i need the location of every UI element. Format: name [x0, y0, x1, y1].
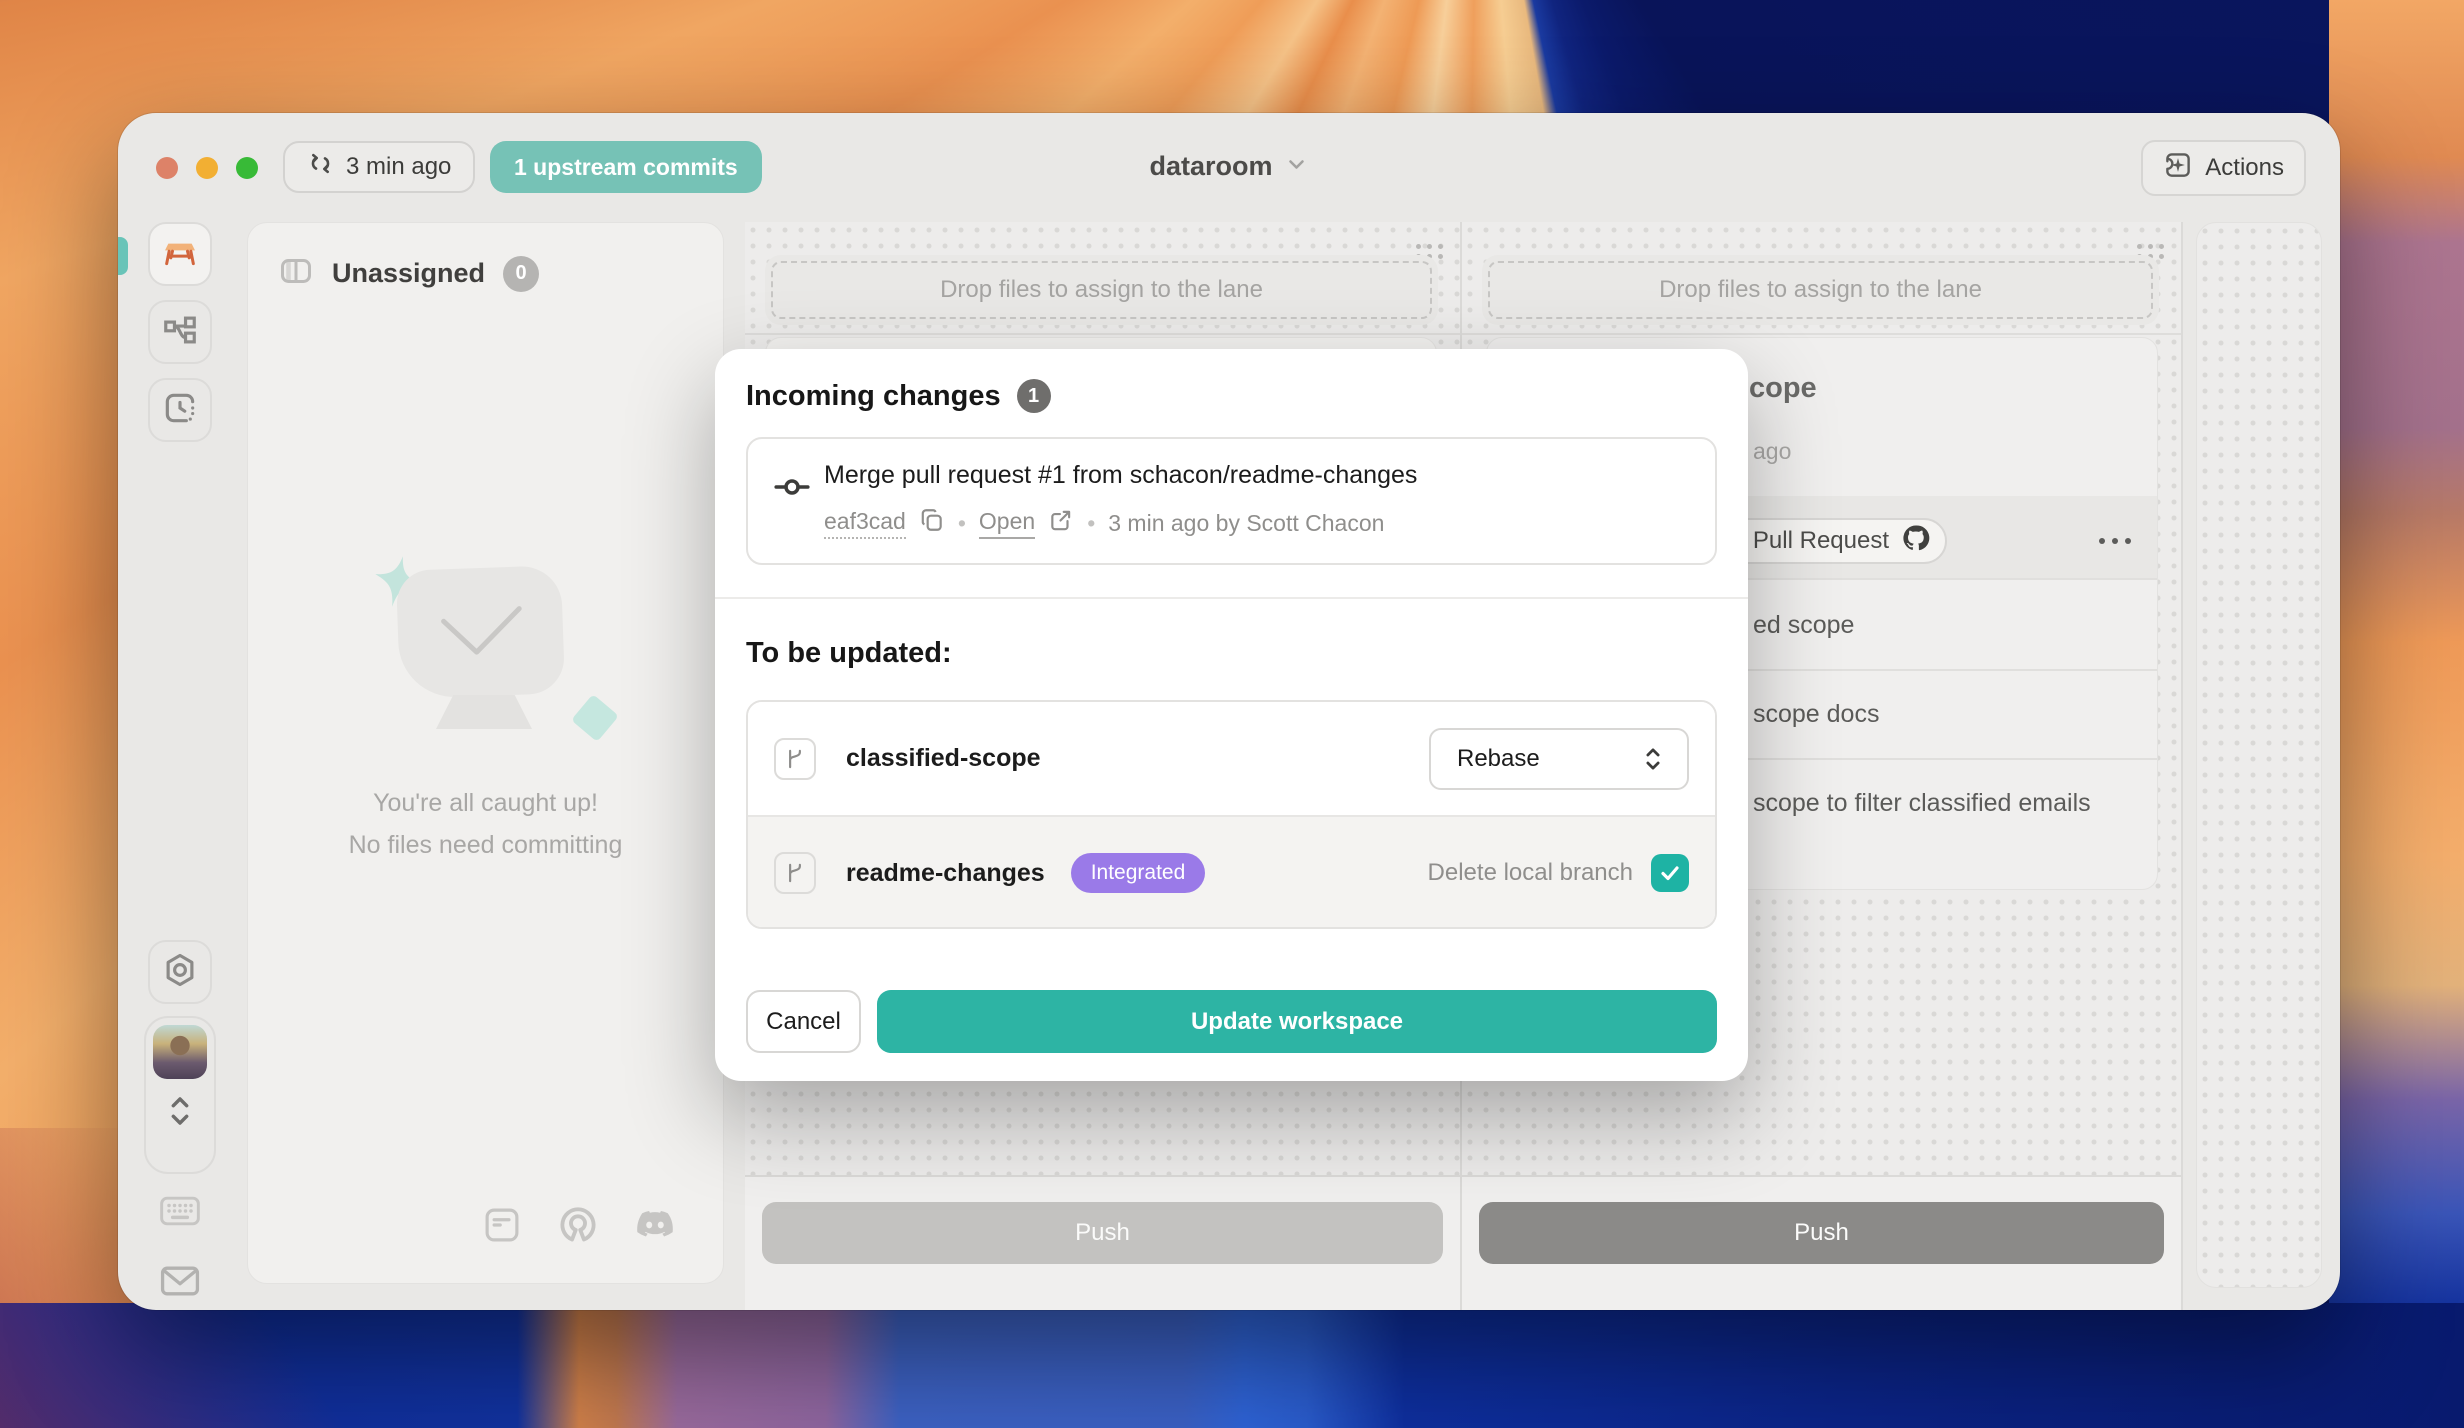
branch-name: classified-scope: [846, 744, 1041, 773]
account-switcher[interactable]: [144, 1016, 216, 1174]
chevron-updown-icon: [164, 1090, 196, 1137]
sync-button[interactable]: 3 min ago: [283, 141, 475, 193]
select-chevrons-icon: [1639, 743, 1667, 775]
empty-state-subtitle: No files need committing: [248, 831, 723, 860]
pr-status-link[interactable]: Open: [979, 508, 1035, 539]
commit-icon: [772, 467, 812, 512]
incoming-count-badge: 1: [1017, 379, 1051, 413]
commit-row-fragment[interactable]: ed scope: [1753, 611, 1854, 640]
lane-empty: [2196, 222, 2322, 1288]
actions-button[interactable]: Actions: [2141, 140, 2306, 196]
branch-card-time-fragment: ago: [1753, 438, 1791, 465]
push-button-right[interactable]: Push: [1479, 1202, 2164, 1264]
commit-row-fragment[interactable]: scope to filter classified emails: [1753, 789, 2091, 818]
avatar: [153, 1025, 207, 1079]
push-button-left[interactable]: Push: [762, 1202, 1443, 1264]
delete-local-branch-label: Delete local branch: [1428, 859, 1633, 887]
upstream-commits-badge[interactable]: 1 upstream commits: [490, 141, 762, 193]
incoming-commit-card: Merge pull request #1 from schacon/readm…: [746, 437, 1717, 565]
unassigned-title: Unassigned: [332, 258, 485, 289]
branches-to-update-list: classified-scope Rebase readme-changes I…: [746, 700, 1717, 929]
branch-row: classified-scope Rebase: [748, 702, 1715, 815]
lane-divider: [2181, 222, 2183, 1310]
wallpaper-right-band: [2329, 0, 2464, 1428]
empty-state-illustration: [396, 565, 565, 699]
external-link-icon[interactable]: [1048, 507, 1074, 539]
active-rail-indicator: [118, 237, 128, 275]
history-clock-icon: [161, 389, 199, 432]
to-be-updated-label: To be updated:: [746, 637, 952, 670]
rail-workspace-button[interactable]: [148, 222, 212, 286]
open-source-icon[interactable]: [557, 1204, 599, 1251]
sparkle-box-icon: [2163, 150, 2193, 187]
monitor-stand: [436, 695, 532, 729]
zoom-window-button[interactable]: [236, 157, 258, 179]
incoming-commit-title: Merge pull request #1 from schacon/readm…: [824, 461, 1417, 490]
project-name: dataroom: [1149, 151, 1272, 182]
integrated-badge: Integrated: [1071, 853, 1206, 893]
close-window-button[interactable]: [156, 157, 178, 179]
discord-icon[interactable]: [633, 1204, 677, 1251]
github-icon: [1901, 523, 1931, 560]
drop-files-zone[interactable]: Drop files to assign to the lane: [765, 255, 1438, 325]
diamond-decoration: [571, 694, 619, 742]
minimize-window-button[interactable]: [196, 157, 218, 179]
branches-graph-icon: [161, 311, 199, 354]
gear-icon: [161, 951, 199, 994]
commit-row-fragment[interactable]: scope docs: [1753, 700, 1879, 729]
copy-icon[interactable]: [919, 507, 945, 539]
sync-icon: [307, 150, 334, 184]
app-window: 3 min ago 1 upstream commits dataroom Ac…: [118, 113, 2340, 1310]
workbench-icon: [160, 232, 200, 277]
commit-meta: 3 min ago by Scott Chacon: [1108, 510, 1384, 537]
branch-card-title-fragment: cope: [1749, 372, 1817, 405]
unassigned-count-badge: 0: [503, 256, 539, 292]
branch-row: readme-changes Integrated Delete local b…: [748, 817, 1715, 929]
unassigned-panel: Unassigned 0 You're all caught up! No fi…: [247, 222, 724, 1284]
rail-history-button[interactable]: [148, 378, 212, 442]
sync-label: 3 min ago: [346, 153, 451, 181]
rail-branches-button[interactable]: [148, 300, 212, 364]
chevron-down-icon: [1285, 152, 1309, 181]
drop-files-zone[interactable]: Drop files to assign to the lane: [1482, 255, 2159, 325]
empty-state-title: You're all caught up!: [248, 789, 723, 818]
branch-name: readme-changes: [846, 859, 1045, 888]
branch-icon: [774, 738, 816, 780]
update-workspace-button[interactable]: Update workspace: [877, 990, 1717, 1053]
commit-sha[interactable]: eaf3cad: [824, 508, 906, 539]
cancel-button[interactable]: Cancel: [746, 990, 861, 1053]
update-action-select[interactable]: Rebase: [1429, 728, 1689, 790]
changelog-icon[interactable]: [481, 1204, 523, 1251]
project-switcher[interactable]: dataroom: [1149, 151, 1308, 182]
actions-label: Actions: [2205, 154, 2284, 182]
incoming-changes-modal: Incoming changes 1 Merge pull request #1…: [715, 349, 1748, 1081]
branch-icon: [774, 852, 816, 894]
keyboard-shortcuts-icon[interactable]: [158, 1191, 202, 1236]
columns-icon: [278, 253, 314, 294]
modal-title: Incoming changes: [746, 380, 1001, 413]
more-options-icon[interactable]: [2099, 538, 2131, 544]
delete-branch-checkbox[interactable]: [1651, 854, 1689, 892]
mail-icon[interactable]: [158, 1261, 202, 1306]
rail-settings-button[interactable]: [148, 940, 212, 1004]
